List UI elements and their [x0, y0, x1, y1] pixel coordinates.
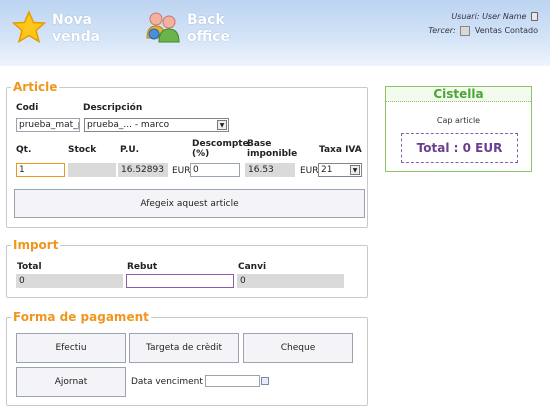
tax-base-value: 16.53 [245, 163, 295, 177]
vat-select[interactable]: 21 ▼ [318, 163, 362, 177]
unit-price-label: P.U. [120, 145, 140, 155]
cart-empty-text: Cap article [436, 116, 481, 125]
description-label: Descripción [83, 103, 143, 113]
change-value: 0 [237, 274, 344, 288]
qty-input[interactable]: 1 [16, 163, 65, 177]
user-info: Usuari: User Name Tercer: Ventas Contado [428, 10, 538, 38]
description-select[interactable]: prueba_... - marco ▼ [84, 118, 229, 132]
total-value: 0 [16, 274, 123, 288]
due-date-input[interactable] [205, 375, 260, 387]
tax-base-label: Base imponible [247, 139, 298, 159]
star-icon [12, 10, 46, 44]
total-label: Total [17, 262, 42, 272]
code-input[interactable]: prueba_mat_p [16, 118, 80, 132]
payment-legend: Forma de pagament [13, 310, 149, 324]
user-label: Usuari: [451, 12, 480, 21]
stock-label: Stock [68, 145, 97, 155]
chevron-down-icon: ▼ [350, 165, 360, 175]
contact-icon [460, 25, 471, 36]
discount-label: Descompte (%) [192, 139, 249, 159]
change-label: Canvi [238, 262, 267, 272]
chevron-down-icon: ▼ [217, 120, 227, 130]
third-party-label: Tercer: [428, 26, 456, 35]
vat-label: Taxa IVA [319, 145, 362, 155]
code-label: Codi [16, 103, 39, 113]
lock-icon[interactable] [531, 12, 538, 21]
users-icon [146, 12, 180, 43]
import-panel: Import [6, 238, 368, 298]
credit-card-button[interactable]: Targeta de crèdit [129, 333, 239, 363]
cart-title: Cistella [386, 87, 531, 102]
user-value: User Name [482, 12, 527, 21]
unit-price-value: 16.52893 [118, 163, 168, 177]
cheque-button[interactable]: Cheque [243, 333, 353, 363]
unit-price-currency: EUR [172, 166, 191, 176]
defer-button[interactable]: Ajornat [16, 367, 126, 397]
add-article-button[interactable]: Afegeix aquest article [14, 189, 365, 218]
nav-new-sale[interactable]: Nova venda [12, 10, 100, 46]
article-legend: Article [13, 80, 58, 94]
description-value: prueba_... - marco [87, 120, 170, 130]
third-party-value: Ventas Contado [474, 26, 538, 35]
vat-value: 21 [321, 165, 333, 175]
header-bar: Nova venda Back office Usuari: User Name… [0, 0, 550, 66]
qty-label: Qt. [16, 145, 32, 155]
due-date-label: Data venciment : [131, 377, 209, 387]
nav-back-office[interactable]: Back office [145, 10, 230, 46]
cash-button[interactable]: Efectiu [16, 333, 126, 363]
cart-panel: Cistella Cap article Total : 0 EUR [385, 86, 532, 172]
nav-back-office-label: Back office [187, 12, 231, 45]
calendar-icon[interactable] [261, 377, 269, 385]
received-input[interactable] [126, 274, 234, 288]
cart-total: Total : 0 EUR [401, 133, 518, 163]
received-label: Rebut [127, 262, 158, 272]
nav-new-sale-label: Nova venda [52, 12, 101, 45]
stock-value [68, 163, 116, 177]
discount-input[interactable]: 0 [190, 163, 240, 177]
tax-base-currency: EUR [300, 166, 319, 176]
import-legend: Import [13, 238, 59, 252]
